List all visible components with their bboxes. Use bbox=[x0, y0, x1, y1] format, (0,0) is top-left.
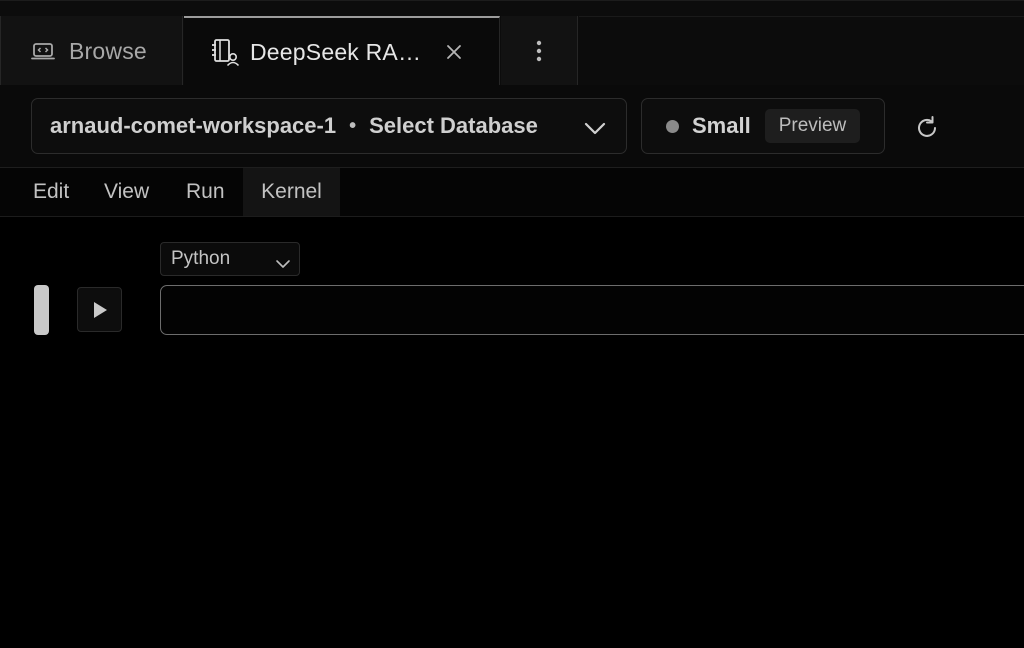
code-editor[interactable] bbox=[160, 285, 1024, 335]
run-cell-button[interactable] bbox=[77, 287, 122, 332]
app-window: Browse DeepSeek RA… arnaud-comet-workspa… bbox=[0, 0, 1024, 648]
tab-notebook[interactable]: DeepSeek RA… bbox=[184, 16, 500, 86]
compute-size-label: Small bbox=[692, 113, 751, 138]
menu-bar: Edit View Run Kernel bbox=[0, 168, 1024, 217]
cell-language-label: Python bbox=[171, 248, 231, 269]
tab-browse-label: Browse bbox=[69, 37, 147, 64]
notebook-toolbar: arnaud-comet-workspace-1 • Select Databa… bbox=[0, 85, 1024, 168]
browser-window-icon bbox=[31, 41, 55, 61]
menu-run[interactable]: Run bbox=[186, 168, 225, 216]
chevron-down-icon bbox=[584, 116, 606, 142]
more-vertical-icon bbox=[536, 40, 542, 62]
menu-view[interactable]: View bbox=[104, 168, 149, 216]
database-placeholder: Select Database bbox=[369, 113, 538, 138]
preview-badge: Preview bbox=[764, 109, 861, 143]
tab-notebook-label: DeepSeek RA… bbox=[250, 38, 422, 65]
tabbar-divider-top bbox=[579, 16, 1024, 17]
workspace-name: arnaud-comet-workspace-1 bbox=[50, 113, 337, 138]
notebook-user-icon bbox=[210, 37, 240, 67]
menu-kernel[interactable]: Kernel bbox=[243, 168, 340, 216]
workspace-separator: • bbox=[349, 114, 357, 137]
refresh-button[interactable] bbox=[911, 112, 943, 144]
close-tab-button[interactable] bbox=[442, 40, 466, 64]
chevron-down-icon bbox=[275, 253, 291, 275]
tab-bar: Browse DeepSeek RA… bbox=[0, 0, 1024, 86]
menu-edit[interactable]: Edit bbox=[33, 168, 69, 216]
tab-more-button[interactable] bbox=[501, 16, 578, 86]
close-icon bbox=[447, 45, 461, 59]
refresh-icon bbox=[918, 116, 936, 137]
compute-size-selector[interactable]: Small Preview bbox=[641, 98, 885, 154]
tab-browse[interactable]: Browse bbox=[0, 16, 183, 86]
workspace-database-select[interactable]: arnaud-comet-workspace-1 • Select Databa… bbox=[31, 98, 627, 154]
status-dot bbox=[666, 119, 679, 133]
cell-language-select[interactable]: Python bbox=[160, 242, 300, 276]
cell-drag-handle[interactable] bbox=[34, 285, 49, 335]
play-icon bbox=[93, 301, 107, 318]
